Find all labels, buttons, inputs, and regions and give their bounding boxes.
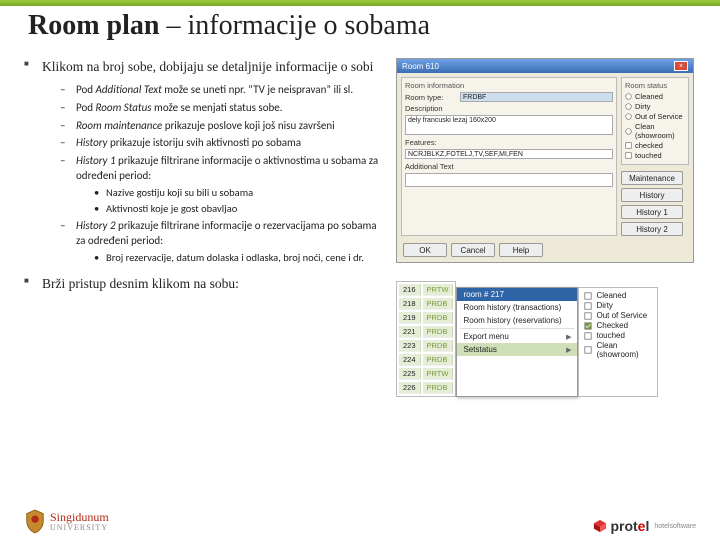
bullet-2-text: Brži pristup desnim klikom na sobu: xyxy=(42,276,239,291)
shield-icon xyxy=(24,508,46,534)
status-option[interactable]: Clean (showroom) xyxy=(584,341,652,359)
sub-6-1: Broj rezervacije, datum dolaska i odlask… xyxy=(92,251,382,265)
radio-showroom[interactable]: Clean (showroom) xyxy=(625,122,685,140)
label-additional: Additional Text xyxy=(405,162,457,171)
title-strong: Room plan xyxy=(28,10,159,41)
menu-history-trans[interactable]: Room history (transactions) xyxy=(457,301,577,314)
brand-sub: UNIVERSITY xyxy=(50,523,109,532)
status-option[interactable]: Cleaned xyxy=(584,291,652,300)
dialog-titlebar: Room 610 × xyxy=(397,59,693,73)
label-description: Description xyxy=(405,104,457,113)
history-button[interactable]: History xyxy=(621,188,683,202)
cancel-button[interactable]: Cancel xyxy=(451,243,495,257)
content: Klikom na broj sobe, dobijaju se detaljn… xyxy=(0,48,720,397)
menu-export[interactable]: Export menu▶ xyxy=(457,330,577,343)
grid-row[interactable]: 221PRDB xyxy=(399,326,453,338)
brand-name: Singidunum xyxy=(50,511,109,523)
sub-3: Room maintenance prikazuje poslove koji … xyxy=(60,119,382,134)
group-title-info: Room information xyxy=(405,81,613,90)
room-status-group: Room status Cleaned Dirty Out of Service… xyxy=(621,77,689,165)
grid-row[interactable]: 224PRDB xyxy=(399,354,453,366)
bullet-1-text: Klikom na broj sobe, dobijaju se detaljn… xyxy=(42,59,373,74)
menu-separator xyxy=(460,328,574,329)
label-features: Features: xyxy=(405,138,457,147)
history1-button[interactable]: History 1 xyxy=(621,205,683,219)
field-additional[interactable] xyxy=(405,173,613,187)
room-dialog: Room 610 × Room information Room type:FR… xyxy=(396,58,694,263)
radio-cleaned[interactable]: Cleaned xyxy=(625,92,685,101)
grid-row[interactable]: 225PRTW xyxy=(399,368,453,380)
right-column: Room 610 × Room information Room type:FR… xyxy=(396,58,696,397)
status-option[interactable]: Out of Service xyxy=(584,311,652,320)
sub-4: History prikazuje istoriju svih aktivnos… xyxy=(60,136,382,151)
title-rest: – informacije o sobama xyxy=(159,10,430,41)
page-title: Room plan – informacije o sobama xyxy=(28,10,692,42)
radio-oos[interactable]: Out of Service xyxy=(625,112,685,121)
grid-row[interactable]: 226PRDB xyxy=(399,382,453,394)
context-menu: room # 217 Room history (transactions) R… xyxy=(456,287,578,397)
grid-row[interactable]: 223PRDB xyxy=(399,340,453,352)
status-submenu: CleanedDirtyOut of ServiceCheckedtouched… xyxy=(578,287,658,397)
close-icon[interactable]: × xyxy=(674,61,688,71)
sub-5: History 1 prikazuje filtrirane informaci… xyxy=(60,154,382,216)
field-description[interactable]: dely francuski lezaj 160x200 xyxy=(405,115,613,135)
status-option[interactable]: Dirty xyxy=(584,301,652,310)
bullet-2: Brži pristup desnim klikom na sobu: xyxy=(24,275,382,294)
left-column: Klikom na broj sobe, dobijaju se detaljn… xyxy=(24,58,382,397)
dialog-buttons: OK Cancel Help xyxy=(397,240,693,262)
radio-dirty[interactable]: Dirty xyxy=(625,102,685,111)
room-info-group: Room information Room type:FRDBF Descrip… xyxy=(401,77,617,236)
cube-icon xyxy=(593,519,607,533)
sub-5-1: Nazive gostiju koji su bili u sobama xyxy=(92,186,382,200)
sub-2: Pod Room Status može se menjati status s… xyxy=(60,101,382,116)
sub-1: Pod Additional Text može se uneti npr. “… xyxy=(60,83,382,98)
sub-6: History 2 prikazuje filtrirane informaci… xyxy=(60,219,382,265)
field-roomtype[interactable]: FRDBF xyxy=(460,92,613,102)
chevron-right-icon: ▶ xyxy=(566,346,571,354)
label-roomtype: Room type: xyxy=(405,93,457,102)
footer: Singidunum UNIVERSITY protel hotelsoftwa… xyxy=(0,508,720,534)
history2-button[interactable]: History 2 xyxy=(621,222,683,236)
context-mock: 216PRTW 218PRDB 219PRDB 221PRDB 223PRDB 224PR… xyxy=(396,281,696,397)
help-button[interactable]: Help xyxy=(499,243,543,257)
group-title-status: Room status xyxy=(625,81,685,90)
maintenance-button[interactable]: Maintenance xyxy=(621,171,683,185)
title-area: Room plan – informacije o sobama xyxy=(0,6,720,48)
status-option[interactable]: Checked xyxy=(584,321,652,330)
singidunum-logo: Singidunum UNIVERSITY xyxy=(24,508,109,534)
status-option[interactable]: touched xyxy=(584,331,652,340)
sub-5-2: Aktivnosti koje je gost obavljao xyxy=(92,202,382,216)
menu-setstatus[interactable]: Setstatus▶ xyxy=(457,343,577,356)
bullet-1: Klikom na broj sobe, dobijaju se detaljn… xyxy=(24,58,382,265)
context-menu-title: room # 217 xyxy=(457,288,577,301)
brand-tagline: hotelsoftware xyxy=(654,523,696,530)
check-touched[interactable]: touched xyxy=(625,151,685,160)
dialog-right-panel: Room status Cleaned Dirty Out of Service… xyxy=(621,77,689,236)
room-grid: 216PRTW 218PRDB 219PRDB 221PRDB 223PRDB 224PR… xyxy=(396,281,456,397)
dialog-title: Room 610 xyxy=(402,62,439,71)
grid-row[interactable]: 219PRDB xyxy=(399,312,453,324)
grid-row[interactable]: 216PRTW xyxy=(399,284,453,296)
check-checked[interactable]: checked xyxy=(625,141,685,150)
field-features[interactable]: NCRJBLKZ,FOTELJ,TV,SEF,MI,FEN xyxy=(405,149,613,159)
protel-logo: protel hotelsoftware xyxy=(593,518,696,534)
chevron-right-icon: ▶ xyxy=(566,333,571,341)
grid-row[interactable]: 218PRDB xyxy=(399,298,453,310)
side-buttons: Maintenance History History 1 History 2 xyxy=(621,168,689,236)
dialog-body: Room information Room type:FRDBF Descrip… xyxy=(397,73,693,240)
ok-button[interactable]: OK xyxy=(403,243,447,257)
menu-history-res[interactable]: Room history (reservations) xyxy=(457,314,577,327)
